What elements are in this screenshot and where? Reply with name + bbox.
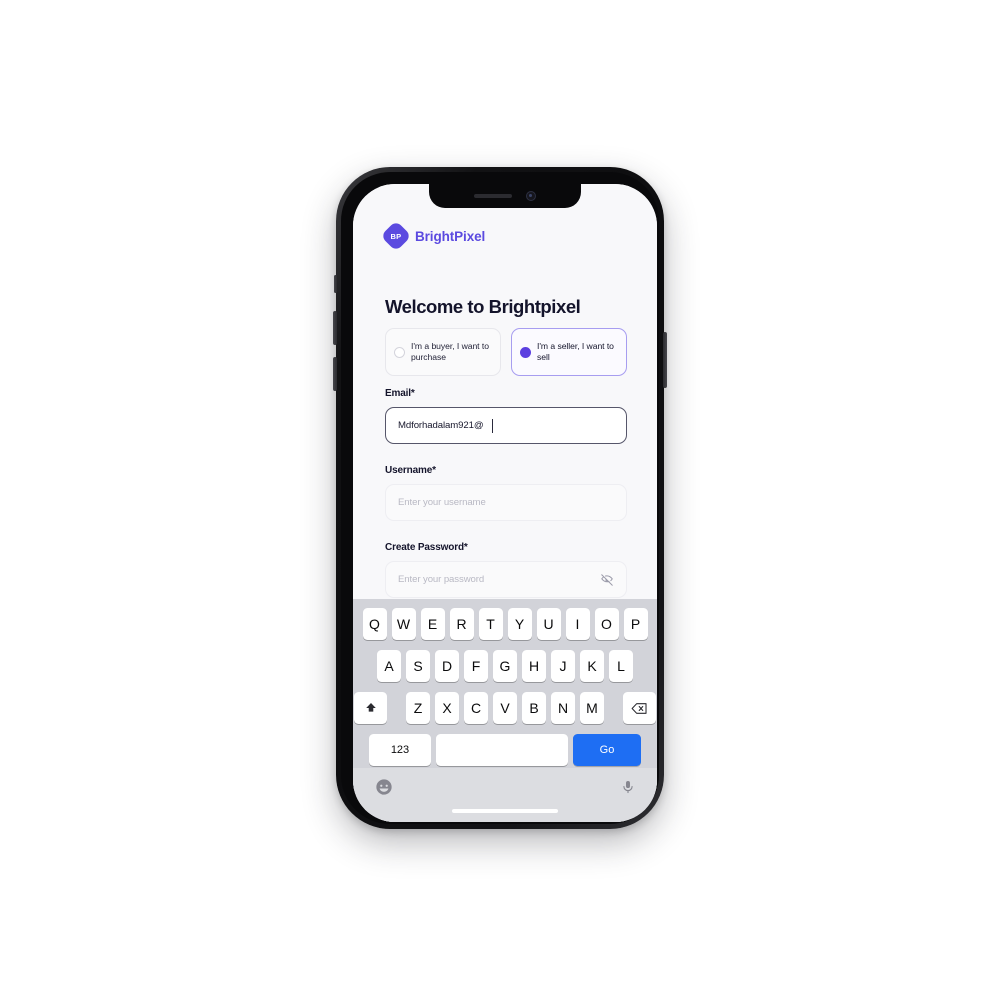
key-d[interactable]: D — [435, 650, 459, 682]
mute-switch-button[interactable] — [334, 275, 337, 293]
speaker-grille-icon — [474, 194, 512, 198]
role-option-buyer[interactable]: I'm a buyer, I want to purchase — [385, 328, 501, 376]
key-a[interactable]: A — [377, 650, 401, 682]
key-c[interactable]: C — [464, 692, 488, 724]
key-u[interactable]: U — [536, 608, 561, 640]
keyboard-row-1: Q W E R T Y U I O P — [353, 599, 657, 640]
phone-bezel: BP BrightPixel Welcome to Brightpixel I'… — [341, 172, 659, 824]
role-option-buyer-label: I'm a buyer, I want to purchase — [411, 340, 489, 363]
email-input[interactable]: Mdforhadalam921@ — [385, 407, 627, 444]
radio-checked-icon — [520, 346, 531, 358]
email-field-block: Email* Mdforhadalam921@ — [385, 388, 627, 444]
phone-screen: BP BrightPixel Welcome to Brightpixel I'… — [353, 184, 657, 822]
front-camera-icon — [526, 191, 536, 201]
key-y[interactable]: Y — [507, 608, 532, 640]
key-h[interactable]: H — [522, 650, 546, 682]
page-title: Welcome to Brightpixel — [385, 296, 581, 318]
role-selector-group: I'm a buyer, I want to purchase I'm a se… — [385, 328, 627, 376]
password-input-placeholder: Enter your password — [398, 574, 485, 585]
keyboard-row-2: A S D F G H J K L — [353, 650, 657, 682]
key-s[interactable]: S — [406, 650, 430, 682]
username-field-block: Username* Enter your username — [385, 465, 627, 521]
backspace-icon — [631, 702, 648, 715]
key-q[interactable]: Q — [362, 608, 387, 640]
keyboard-row-4: 123 Go — [353, 734, 657, 766]
email-input-value: Mdforhadalam921@ — [398, 420, 484, 431]
key-t[interactable]: T — [478, 608, 503, 640]
virtual-keyboard[interactable]: Q W E R T Y U I O P A S D F G H J K L Z … — [353, 599, 657, 822]
key-g[interactable]: G — [493, 650, 517, 682]
brand-name-label: BrightPixel — [415, 228, 486, 244]
key-w[interactable]: W — [391, 608, 416, 640]
key-go[interactable]: Go — [573, 734, 641, 766]
key-z[interactable]: Z — [406, 692, 430, 724]
key-m[interactable]: M — [580, 692, 604, 724]
device-notch — [429, 184, 581, 208]
microphone-icon[interactable] — [621, 778, 635, 796]
key-p[interactable]: P — [623, 608, 648, 640]
phone-device-frame: BP BrightPixel Welcome to Brightpixel I'… — [333, 167, 667, 829]
volume-up-button[interactable] — [333, 311, 337, 345]
username-field-label: Username* — [385, 465, 436, 476]
key-space[interactable] — [436, 734, 568, 766]
password-field-block: Create Password* Enter your password — [385, 542, 627, 598]
radio-unchecked-icon — [394, 346, 405, 358]
role-option-seller[interactable]: I'm a seller, I want to sell — [511, 328, 627, 376]
key-i[interactable]: I — [565, 608, 590, 640]
username-input-placeholder: Enter your username — [398, 497, 486, 508]
volume-down-button[interactable] — [333, 357, 337, 391]
key-j[interactable]: J — [551, 650, 575, 682]
eye-off-icon[interactable] — [600, 573, 614, 587]
screenshot-canvas: BP BrightPixel Welcome to Brightpixel I'… — [0, 0, 1000, 1000]
signup-screen: BP BrightPixel Welcome to Brightpixel I'… — [353, 184, 657, 822]
text-caret — [492, 418, 494, 433]
brand-diamond-icon: BP — [380, 220, 412, 252]
power-button[interactable] — [663, 332, 667, 388]
key-e[interactable]: E — [420, 608, 445, 640]
key-f[interactable]: F — [464, 650, 488, 682]
brand-logo[interactable]: BP BrightPixel — [380, 220, 486, 252]
key-x[interactable]: X — [435, 692, 459, 724]
key-v[interactable]: V — [493, 692, 517, 724]
key-b[interactable]: B — [522, 692, 546, 724]
key-backspace[interactable] — [623, 692, 656, 724]
key-r[interactable]: R — [449, 608, 474, 640]
key-n[interactable]: N — [551, 692, 575, 724]
keyboard-row-3: Z X C V B N M — [353, 692, 657, 724]
brand-mark-label: BP — [390, 231, 402, 241]
home-indicator-bar — [452, 809, 558, 813]
key-o[interactable]: O — [594, 608, 619, 640]
key-k[interactable]: K — [580, 650, 604, 682]
password-field-label: Create Password* — [385, 542, 468, 553]
emoji-smiley-icon[interactable] — [375, 778, 393, 796]
key-numeric-switch[interactable]: 123 — [369, 734, 431, 766]
password-input[interactable]: Enter your password — [385, 561, 627, 598]
role-option-seller-label: I'm a seller, I want to sell — [537, 340, 614, 363]
key-shift[interactable] — [354, 692, 387, 724]
username-input[interactable]: Enter your username — [385, 484, 627, 521]
keyboard-bottom-bar — [353, 768, 657, 822]
email-field-label: Email* — [385, 388, 415, 399]
key-l[interactable]: L — [609, 650, 633, 682]
shift-arrow-icon — [364, 701, 378, 715]
